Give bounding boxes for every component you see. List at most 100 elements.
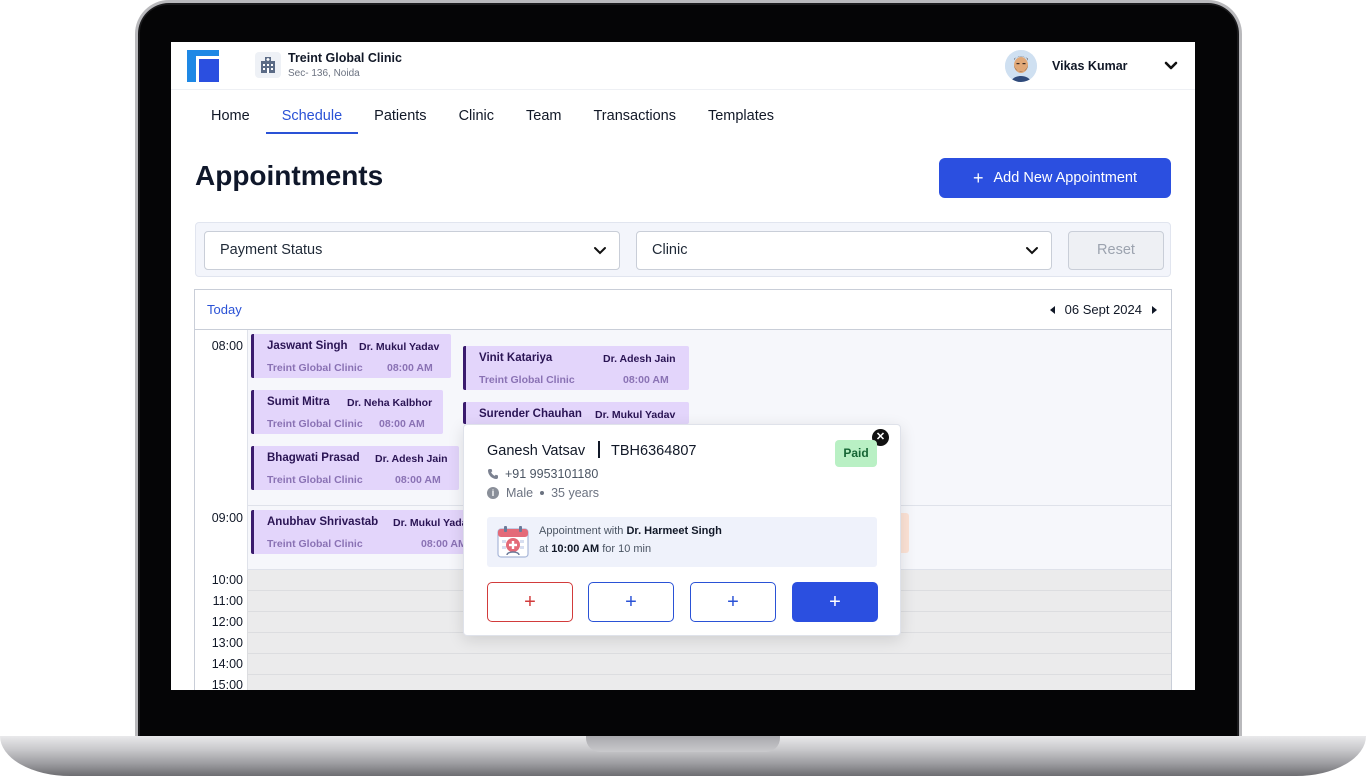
- clinic-select-label: Clinic: [652, 242, 688, 258]
- appointment-with-label: Appointment with: [539, 525, 624, 537]
- appointment-card[interactable]: Jaswant Singh Dr. Mukul Yadav Treint Glo…: [251, 334, 451, 378]
- appointment-time: 08:00 AM: [421, 538, 465, 550]
- appointment-doctor: Dr. Mukul Yadav: [595, 409, 676, 421]
- doctor-name: Dr. Harmeet Singh: [626, 525, 722, 537]
- appointment-patient: Surender Chauhan: [479, 408, 582, 420]
- appointment-duration: for 10 min: [602, 543, 652, 555]
- reset-button[interactable]: Reset: [1068, 231, 1164, 270]
- divider: [598, 441, 600, 458]
- phone-number: +91 9953101180: [505, 467, 599, 481]
- page-title: Appointments: [195, 160, 384, 191]
- phone-icon: [488, 469, 498, 479]
- appointment-with: Appointment with Dr. Harmeet Singh: [539, 525, 722, 537]
- appointment-details: Appointment with Dr. Harmeet Singh at 10…: [487, 517, 877, 567]
- appointment-clinic: Treint Global Clinic: [267, 538, 363, 550]
- appointment-clinic: Treint Global Clinic: [267, 362, 363, 374]
- appointment-patient: Vinit Katariya: [479, 352, 553, 364]
- date-navigator: 06 Sept 2024: [1049, 302, 1157, 317]
- laptop-notch: [586, 736, 780, 752]
- payment-status-label: Payment Status: [220, 242, 323, 258]
- time-label: 12:00: [211, 615, 243, 629]
- appointment-card[interactable]: Surender Chauhan Dr. Mukul Yadav: [463, 402, 689, 424]
- main-nav: Home Schedule Patients Clinic Team Trans…: [195, 104, 790, 134]
- hospital-icon: [255, 52, 281, 78]
- chevron-down-icon: [594, 247, 606, 255]
- slot-row-1400[interactable]: [247, 654, 1171, 675]
- appointment-doctor: Dr. Adesh Jain: [375, 453, 448, 465]
- time-label: 09:00: [211, 511, 243, 525]
- appointment-time: 08:00 AM: [379, 418, 425, 430]
- add-appointment-button[interactable]: + Add New Appointment: [939, 158, 1171, 198]
- nav-home[interactable]: Home: [195, 104, 266, 134]
- appointment-time: 08:00 AM: [395, 474, 441, 486]
- at-label: at: [539, 543, 549, 555]
- appointment-clinic: Treint Global Clinic: [267, 418, 363, 430]
- slot-row-1300[interactable]: [247, 633, 1171, 654]
- nav-patients[interactable]: Patients: [358, 104, 442, 134]
- slot-row-1500[interactable]: [247, 675, 1171, 690]
- separator-dot: [540, 491, 545, 495]
- nav-clinic[interactable]: Clinic: [443, 104, 510, 134]
- time-label: 11:00: [212, 594, 243, 608]
- patient-name: Ganesh Vatsav: [487, 443, 586, 459]
- prev-day-icon[interactable]: [1049, 305, 1055, 314]
- patient-id: TBH6364807: [611, 443, 697, 459]
- nav-templates[interactable]: Templates: [692, 104, 790, 134]
- appointment-doctor: Dr. Mukul Yadav: [359, 341, 440, 353]
- appointment-time: 08:00 AM: [623, 374, 669, 386]
- time-label: 08:00: [211, 339, 243, 353]
- filter-bar: Payment Status Clinic Reset: [195, 222, 1171, 277]
- appointment-time-line: at 10:00 AM for 10 min: [539, 543, 651, 555]
- today-button[interactable]: Today: [207, 302, 242, 317]
- nav-transactions[interactable]: Transactions: [577, 104, 691, 134]
- appointment-doctor: Dr. Neha Kalbhor: [347, 397, 433, 409]
- time-label: 10:00: [211, 573, 243, 587]
- patient-meta: i Male 35 years: [487, 486, 599, 500]
- chevron-down-icon[interactable]: [1163, 59, 1179, 73]
- time-label: 15:00: [211, 678, 243, 690]
- patient-gender: Male: [506, 486, 534, 500]
- nav-team[interactable]: Team: [510, 104, 577, 134]
- chevron-down-icon: [1026, 247, 1038, 255]
- appointment-card[interactable]: Anubhav Shrivastab Dr. Mukul Yada Treint…: [251, 510, 465, 554]
- appointment-card[interactable]: Bhagwati Prasad Dr. Adesh Jain Treint Gl…: [251, 446, 459, 490]
- clinic-address: Sec- 136, Noida: [288, 68, 360, 79]
- appointment-patient: Jaswant Singh: [267, 340, 348, 352]
- avatar[interactable]: [1005, 50, 1037, 82]
- top-bar: Treint Global Clinic Sec- 136, Noida Vik…: [171, 42, 1195, 90]
- action-button-cancel[interactable]: +: [487, 582, 573, 622]
- appointment-doctor: Dr. Adesh Jain: [603, 353, 676, 365]
- calendar-medical-icon: [497, 526, 529, 558]
- appointment-time: 08:00 AM: [387, 362, 433, 374]
- calendar-header: Today 06 Sept 2024: [195, 290, 1171, 330]
- appointment-patient: Bhagwati Prasad: [267, 452, 360, 464]
- appointment-popup: ✕ Ganesh Vatsav TBH6364807 Paid +91 9953…: [463, 424, 901, 636]
- patient-age: 35 years: [551, 486, 600, 500]
- clinic-select[interactable]: Clinic: [636, 231, 1052, 270]
- appointment-patient: Anubhav Shrivastab: [267, 516, 379, 528]
- patient-phone: +91 9953101180: [487, 467, 598, 481]
- plus-icon: +: [973, 168, 984, 188]
- appointment-patient: Sumit Mitra: [267, 396, 330, 408]
- appointment-clinic: Treint Global Clinic: [479, 374, 575, 386]
- action-button-2[interactable]: +: [588, 582, 674, 622]
- user-name[interactable]: Vikas Kumar: [1052, 59, 1128, 73]
- action-button-3[interactable]: +: [690, 582, 776, 622]
- app-screen: Treint Global Clinic Sec- 136, Noida Vik…: [171, 42, 1195, 690]
- next-day-icon[interactable]: [1152, 305, 1157, 314]
- time-label: 13:00: [211, 636, 243, 650]
- current-date: 06 Sept 2024: [1064, 302, 1142, 317]
- app-logo-icon[interactable]: [187, 50, 219, 82]
- appointment-clinic: Treint Global Clinic: [267, 474, 363, 486]
- appointment-doctor: Dr. Mukul Yada: [393, 517, 465, 529]
- nav-schedule[interactable]: Schedule: [265, 104, 359, 134]
- appointment-card[interactable]: Sumit Mitra Dr. Neha Kalbhor Treint Glob…: [251, 390, 443, 434]
- action-button-primary[interactable]: +: [792, 582, 878, 622]
- clinic-name: Treint Global Clinic: [288, 51, 402, 65]
- appointment-card[interactable]: Vinit Katariya Dr. Adesh Jain Treint Glo…: [463, 346, 689, 390]
- payment-status-select[interactable]: Payment Status: [204, 231, 620, 270]
- status-badge: Paid: [835, 440, 877, 467]
- add-appointment-label: Add New Appointment: [993, 170, 1137, 186]
- time-label: 14:00: [211, 657, 243, 671]
- info-icon: i: [487, 487, 499, 499]
